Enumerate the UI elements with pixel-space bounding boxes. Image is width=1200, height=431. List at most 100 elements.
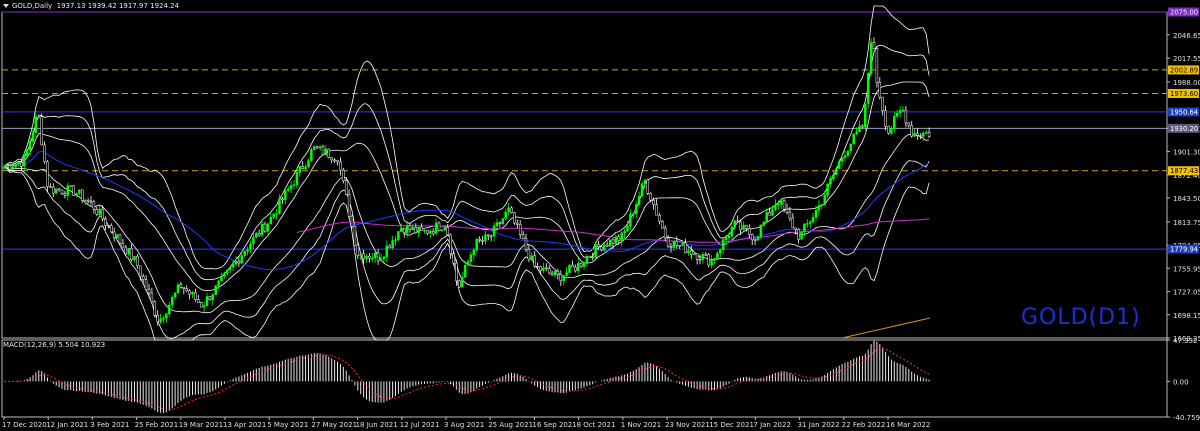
candle-body [292, 184, 296, 186]
candle-body [597, 244, 600, 248]
candle-body [814, 209, 818, 218]
candle-body [826, 183, 829, 196]
candle-body [28, 141, 32, 150]
x-tick-label: 8 Oct 2021 [577, 421, 616, 429]
candle-body [228, 266, 232, 271]
candle-body [362, 253, 365, 260]
price-chart[interactable]: 2046.652017.551988.001930.201901.301872.… [0, 0, 1200, 431]
candle-body [811, 216, 815, 223]
candle-body [165, 313, 168, 319]
candle-body [147, 289, 151, 294]
bollinger-lower-line [4, 133, 930, 314]
candle-body [310, 149, 313, 161]
candle-body [379, 258, 383, 262]
candle-body [620, 232, 623, 241]
candle-body [768, 212, 771, 216]
candle-body [553, 271, 557, 276]
candle-body [684, 242, 687, 254]
x-tick-label: 16 Mar 2022 [886, 421, 930, 429]
candle-body [391, 240, 394, 249]
candle-body [112, 231, 116, 239]
candle-body [371, 257, 374, 260]
y-tick-label: 2046.65 [1173, 32, 1200, 40]
candle-body [188, 290, 191, 295]
macd-pane-frame [1, 339, 1168, 418]
symbol-header[interactable]: GOLD,Daily 1937.13 1939.42 1917.97 1924.… [3, 2, 179, 10]
candle-body [568, 264, 571, 273]
candle-body [800, 231, 803, 240]
candle-body [710, 259, 713, 266]
candle-body [214, 285, 217, 295]
bollinger-upper-line [3, 44, 930, 281]
candle-body [83, 200, 87, 202]
candle-body [603, 244, 606, 251]
candle-body [748, 228, 751, 235]
candle-body [359, 253, 362, 256]
candle-body [600, 246, 603, 251]
x-tick-label: 3 Feb 2021 [90, 421, 129, 429]
candle-body [750, 234, 754, 241]
price-level-label: 2075.00 [1170, 9, 1198, 17]
candle-body [159, 318, 162, 323]
candle-body [475, 238, 478, 251]
candle-body [417, 226, 420, 234]
candle-body [640, 183, 644, 197]
candle-body [521, 234, 525, 239]
candle-body [513, 212, 516, 224]
candle-body [260, 223, 264, 236]
chevron-down-icon[interactable] [3, 4, 9, 8]
candle-body [315, 146, 319, 149]
candle-body [808, 221, 812, 224]
candle-body [397, 231, 400, 240]
candle-body [550, 272, 554, 276]
candle-body [86, 200, 90, 202]
price-level-label: 1779.94 [1170, 246, 1198, 254]
candle-body [168, 304, 171, 315]
candle-body [904, 110, 908, 124]
candle-body [75, 193, 78, 196]
x-tick-label: 18 Jun 2021 [356, 421, 398, 429]
candle-body [649, 193, 652, 201]
candle-body [556, 271, 560, 275]
candle-body [846, 150, 850, 156]
candle-body [92, 201, 96, 210]
x-tick-label: 22 Feb 2022 [842, 421, 886, 429]
candle-body [275, 213, 278, 215]
y-tick-label: 2017.55 [1173, 55, 1200, 63]
candle-body [774, 204, 777, 210]
candle-body [286, 188, 290, 191]
candle-body [66, 185, 70, 196]
candle-body [866, 73, 870, 104]
candle-body [118, 234, 122, 244]
x-tick-label: 3 Aug 2021 [444, 421, 484, 429]
candle-body [124, 246, 128, 255]
candle-body [255, 233, 258, 238]
price-level-label: 1930.20 [1170, 125, 1198, 133]
candle-body [588, 256, 592, 259]
candle-body [518, 224, 522, 235]
candle-body [924, 132, 928, 134]
candle-body [89, 200, 93, 203]
candle-body [652, 200, 655, 205]
candle-body [426, 230, 429, 234]
x-tick-label: 7 Jan 2022 [753, 421, 791, 429]
candle-body [701, 254, 705, 260]
candle-body [220, 275, 223, 282]
candle-body [803, 223, 806, 232]
candle-body [176, 284, 180, 294]
candle-body [481, 240, 484, 242]
bollinger-lower-line [3, 160, 930, 340]
candle-body [431, 230, 435, 234]
x-tick-label: 15 Dec 2021 [709, 421, 754, 429]
candle-body [492, 225, 496, 237]
candle-body [382, 256, 386, 260]
candle-body [887, 126, 890, 134]
candle-body [663, 227, 667, 239]
candle-body [829, 178, 832, 185]
candle-body [820, 204, 824, 206]
candle-body [745, 224, 748, 229]
candle-body [678, 245, 681, 247]
candle-body [295, 172, 299, 185]
candle-body [17, 162, 20, 165]
candle-body [585, 256, 589, 264]
